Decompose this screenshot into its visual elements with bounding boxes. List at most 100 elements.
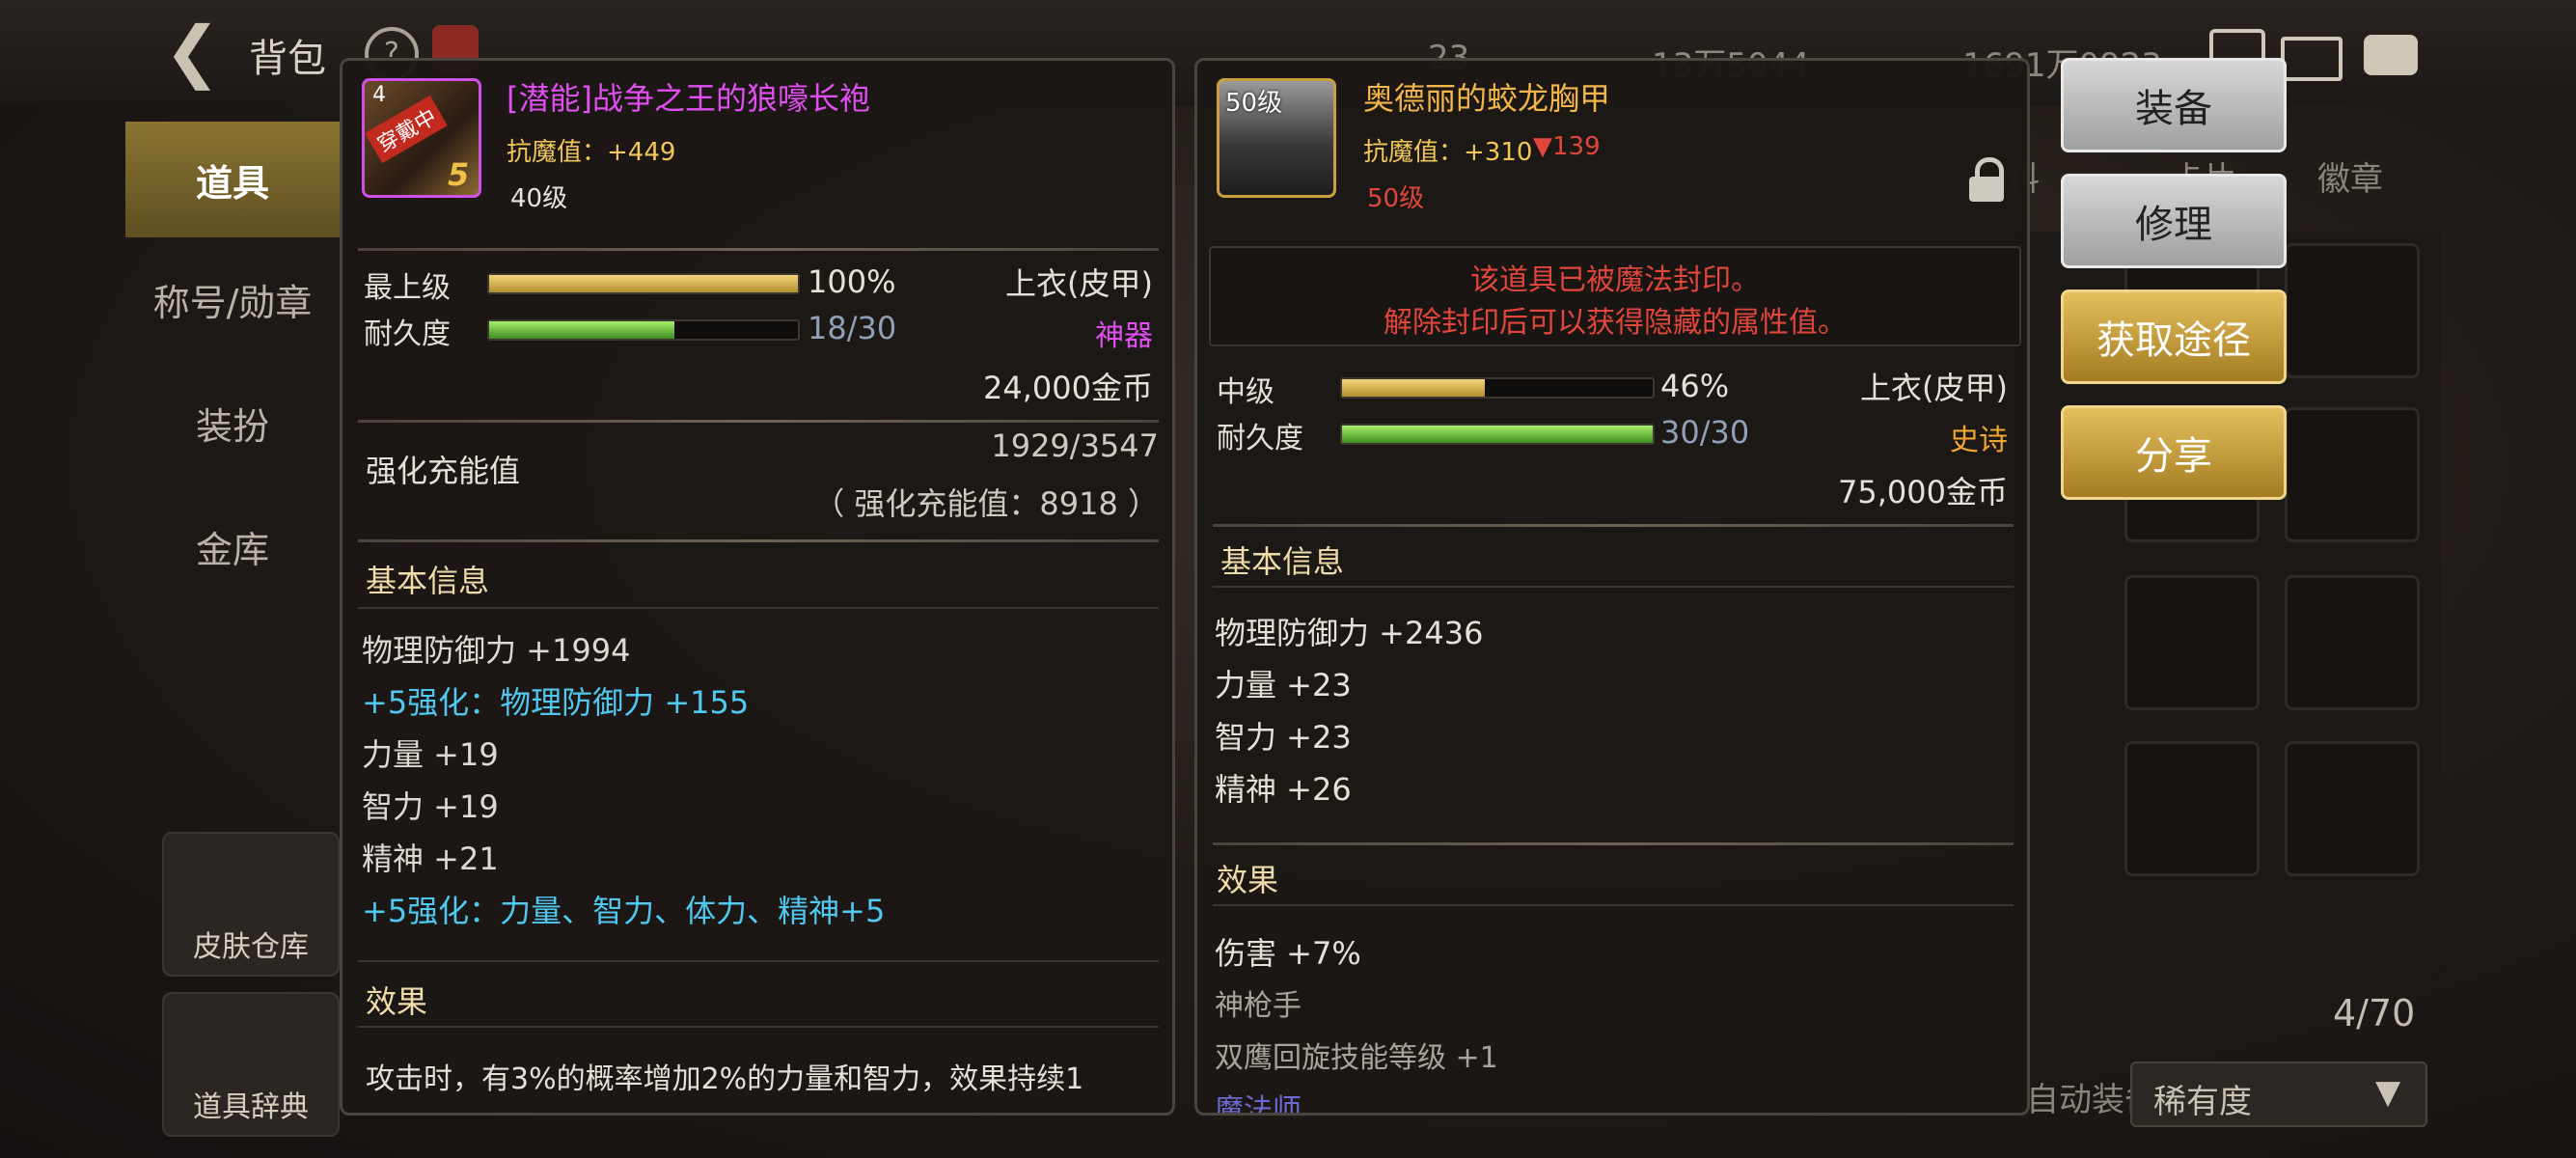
effect-line: 魔法师 [1215, 1093, 1302, 1116]
effect-line: 神枪手 [1215, 989, 1302, 1023]
chestplate-item-icon: 50级 [1217, 78, 1336, 198]
stat-line: +5强化：物理防御力 +155 [362, 684, 750, 721]
icon-level-number: 4 [372, 83, 386, 107]
equipped-item-tooltip: 4 穿戴中 5 [潜能]战争之王的狼嚎长袍 抗魔值：+449 40级 最上级 1… [340, 58, 1175, 1116]
charge-label: 强化充能值 [366, 453, 521, 489]
inventory-capacity: 4/70 [2333, 992, 2416, 1034]
durability-label: 耐久度 [364, 317, 451, 351]
grade-bar [1340, 377, 1655, 399]
durability-bar-fill [489, 321, 674, 339]
item-level: 40级 [510, 184, 568, 213]
durability-bar-fill [1342, 426, 1653, 443]
back-arrow-icon[interactable]: ❮ [164, 17, 221, 85]
tab-vault[interactable]: 金库 [125, 488, 340, 604]
effect-line: 伤害 +7% [1215, 935, 1361, 972]
chevron-down-icon: ▼ [2375, 1073, 2401, 1112]
stat-line: 力量 +19 [362, 736, 499, 773]
basic-info-title: 基本信息 [366, 563, 490, 599]
grade-bar [487, 273, 800, 294]
tab-avatar[interactable]: 装扮 [125, 365, 340, 481]
item-dictionary-button[interactable]: 道具辞典 [162, 992, 340, 1137]
inventory-slot[interactable] [2124, 575, 2260, 710]
sort-dropdown[interactable]: 稀有度 ▼ [2130, 1062, 2427, 1127]
magic-resist: 抗魔值：+310 [1363, 138, 1533, 167]
magic-resist-diff: ▼139 [1533, 132, 1601, 161]
chat-icon[interactable] [2364, 35, 2418, 75]
divider [358, 1026, 1159, 1028]
inventory-slot[interactable] [2124, 741, 2260, 876]
lock-body [1969, 177, 2004, 202]
charge-value: 1929/3547 [991, 427, 1159, 464]
robe-item-icon: 4 穿戴中 5 [362, 78, 481, 198]
divider [358, 248, 1159, 251]
slot-type: 上衣(皮甲) [1860, 370, 2008, 406]
seal-notice-box: 该道具已被魔法封印。 解除封印后可以获得隐藏的属性值。 [1209, 246, 2021, 346]
skin-storage-label: 皮肤仓库 [193, 930, 309, 964]
grade-bar-fill [489, 275, 798, 292]
stat-line: 物理防御力 +1994 [362, 632, 631, 669]
stat-line: 物理防御力 +2436 [1215, 615, 1484, 651]
skin-storage-button[interactable]: 皮肤仓库 [162, 832, 340, 977]
effect-line: 双鹰回旋技能等级 +1 [1215, 1041, 1498, 1075]
share-button[interactable]: 分享 [2061, 405, 2287, 500]
equip-button[interactable]: 装备 [2061, 58, 2287, 152]
lock-icon[interactable] [1969, 157, 2004, 202]
durability-bar [1340, 424, 1655, 445]
enhance-level: 5 [448, 156, 470, 193]
seal-line-2: 解除封印后可以获得隐藏的属性值。 [1384, 306, 1847, 340]
slot-type: 上衣(皮甲) [1005, 265, 1153, 302]
grade-label: 中级 [1217, 375, 1274, 409]
obtain-source-button[interactable]: 获取途径 [2061, 290, 2287, 384]
divider [1213, 842, 2014, 845]
basic-info-title: 基本信息 [1220, 543, 1345, 580]
durability-label: 耐久度 [1217, 422, 1303, 455]
durability-value: 30/30 [1660, 414, 1750, 451]
grade-label: 最上级 [364, 271, 451, 305]
divider [358, 539, 1159, 542]
inventory-slot[interactable] [2285, 575, 2420, 710]
item-name: 奥德丽的蛟龙胸甲 [1363, 80, 1611, 117]
item-dictionary-label: 道具辞典 [193, 1090, 309, 1124]
divider [358, 960, 1159, 962]
rarity: 神器 [1095, 319, 1153, 353]
price: 24,000金币 [983, 370, 1153, 406]
inventory-slot[interactable] [2285, 741, 2420, 876]
mail-icon[interactable] [2281, 37, 2343, 81]
inventory-slot[interactable] [2285, 243, 2420, 378]
divider [358, 420, 1159, 423]
grade-value: 46% [1660, 368, 1730, 404]
magic-resist: 抗魔值：+449 [507, 138, 676, 167]
charge-sub: （ 强化充能值：8918 ） [813, 485, 1159, 522]
effect-title: 效果 [366, 983, 428, 1020]
grade-value: 100% [808, 263, 896, 300]
stat-line: 智力 +19 [362, 788, 499, 825]
tab-titles-medals[interactable]: 称号/勋章 [125, 241, 340, 357]
item-level: 50级 [1367, 184, 1425, 213]
durability-value: 18/30 [808, 310, 897, 346]
inventory-slot[interactable] [2285, 407, 2420, 542]
compared-item-tooltip: 50级 奥德丽的蛟龙胸甲 抗魔值：+310 ▼139 50级 该道具已被魔法封印… [1194, 58, 2030, 1116]
price: 75,000金币 [1838, 474, 2008, 510]
durability-bar [487, 319, 800, 341]
grade-bar-fill [1342, 379, 1486, 397]
tab-badges[interactable]: 徽章 [2317, 152, 2383, 200]
effect-title: 效果 [1217, 862, 1279, 898]
item-name: [潜能]战争之王的狼嚎长袍 [507, 80, 870, 117]
rarity: 史诗 [1950, 424, 2008, 457]
divider [1213, 904, 2014, 906]
divider [358, 607, 1159, 609]
divider [1213, 524, 2014, 527]
page-title: 背包 [249, 37, 326, 81]
stat-line: 力量 +23 [1215, 667, 1352, 703]
stat-line: 精神 +21 [362, 841, 499, 877]
seal-line-1: 该道具已被魔法封印。 [1470, 263, 1760, 297]
stat-line: 智力 +23 [1215, 719, 1352, 756]
sort-label: 稀有度 [2153, 1083, 2252, 1121]
divider [1213, 586, 2014, 588]
icon-level: 50级 [1225, 89, 1283, 118]
repair-button[interactable]: 修理 [2061, 174, 2287, 268]
tab-items[interactable]: 道具 [125, 122, 340, 237]
effect-text: 攻击时，有3%的概率增加2%的力量和智力，效果持续1 [366, 1062, 1084, 1096]
stat-line: 精神 +26 [1215, 771, 1352, 808]
stat-line: +5强化：力量、智力、体力、精神+5 [362, 893, 886, 929]
